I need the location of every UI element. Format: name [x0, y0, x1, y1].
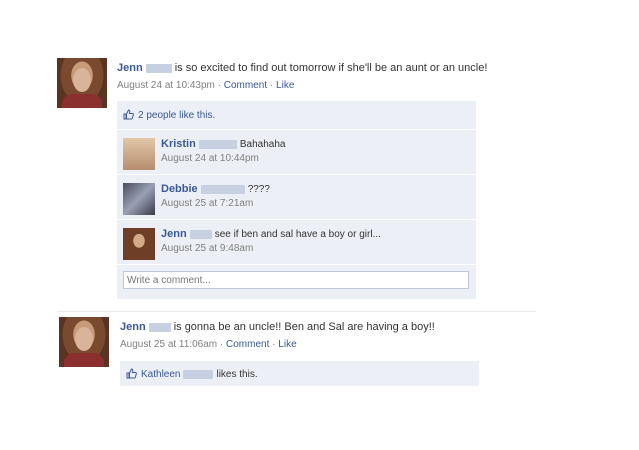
feedback-box: 2 people like this. Kristin Bahahaha Augu… — [117, 101, 476, 299]
like-link[interactable]: Like — [276, 80, 294, 91]
like-summary: Kathleen likes this. — [126, 368, 258, 380]
redacted-surname — [189, 229, 212, 239]
divider — [57, 311, 536, 312]
status-line: Jenn is so excited to find out tomorrow i… — [117, 62, 487, 74]
redacted-surname — [145, 63, 172, 73]
comment-text: Bahahaha — [239, 139, 286, 150]
comment-author[interactable]: Kristin — [161, 138, 196, 150]
post-timestamp[interactable]: August 24 at 10:43pm — [117, 80, 215, 91]
thumbs-up-icon — [123, 109, 134, 120]
status-text: is so excited to find out tomorrow if sh… — [174, 62, 488, 74]
post-timestamp[interactable]: August 25 at 11:06am — [120, 339, 217, 350]
separator: · — [217, 80, 221, 91]
redacted-surname — [148, 322, 171, 332]
likes-suffix: likes this. — [216, 369, 258, 380]
like-summary: 2 people like this. — [123, 109, 215, 121]
comment-text: ???? — [247, 184, 270, 195]
comment-timestamp: August 25 at 7:21am — [161, 198, 254, 209]
thumbs-up-icon — [126, 368, 137, 379]
comment-item: Jenn see if ben and sal have a boy or gir… — [117, 219, 476, 264]
comment-timestamp: August 24 at 10:44pm — [161, 153, 259, 164]
likes-count[interactable]: 2 people like this. — [138, 110, 215, 121]
comment-input[interactable]: Write a comment... — [123, 271, 469, 289]
separator: · — [272, 339, 276, 350]
post-meta: August 25 at 11:06am · Comment · Like — [120, 339, 297, 350]
author-name[interactable]: Jenn — [117, 62, 143, 74]
commenter-avatar[interactable] — [123, 138, 155, 170]
commenter-avatar[interactable] — [123, 183, 155, 215]
liker-name[interactable]: Kathleen — [141, 369, 180, 380]
comment-author[interactable]: Jenn — [161, 228, 187, 240]
comment-link[interactable]: Comment — [226, 339, 269, 350]
comment-item: Debbie???? August 25 at 7:21am — [117, 174, 476, 219]
comment-link[interactable]: Comment — [224, 80, 267, 91]
comment-item: Kristin Bahahaha August 24 at 10:44pm — [117, 129, 476, 174]
avatar[interactable] — [59, 317, 109, 367]
comment-text: see if ben and sal have a boy or girl... — [214, 229, 381, 240]
comment-timestamp: August 25 at 9:48am — [161, 243, 254, 254]
redacted-surname — [198, 139, 237, 149]
comment-author[interactable]: Debbie — [161, 183, 198, 195]
comment-body: Jenn see if ben and sal have a boy or gir… — [161, 228, 381, 240]
feedback-box: Kathleen likes this. — [120, 361, 479, 386]
post-meta: August 24 at 10:43pm · Comment · Like — [117, 80, 294, 91]
comment-body: Debbie???? — [161, 183, 270, 195]
commenter-avatar[interactable] — [123, 228, 155, 260]
comment-body: Kristin Bahahaha — [161, 138, 285, 150]
like-link[interactable]: Like — [278, 339, 296, 350]
separator: · — [219, 339, 224, 350]
redacted-surname — [183, 369, 214, 379]
avatar[interactable] — [57, 58, 107, 108]
status-text: is gonna be an uncle!! Ben and Sal are h… — [173, 321, 435, 333]
write-comment-area: Write a comment... — [117, 264, 476, 300]
separator: · — [269, 80, 274, 91]
author-name[interactable]: Jenn — [120, 321, 146, 333]
redacted-surname — [200, 184, 245, 194]
status-line: Jenn is gonna be an uncle!! Ben and Sal a… — [120, 321, 435, 333]
